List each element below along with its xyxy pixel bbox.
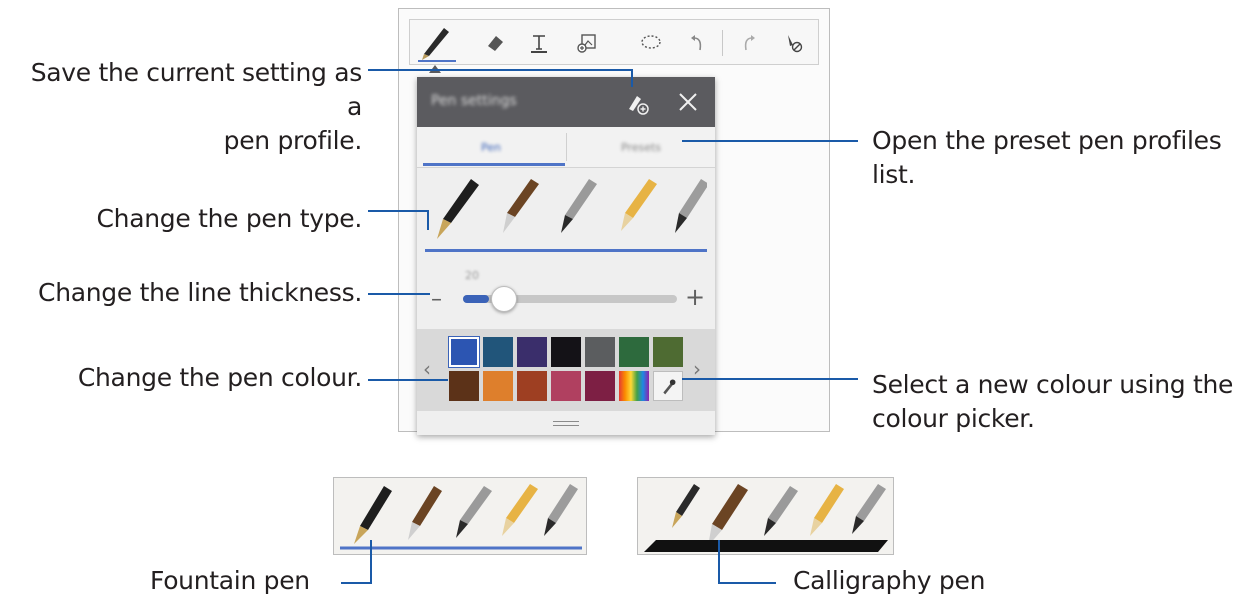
colour-swatch[interactable] <box>653 337 683 367</box>
brush-pen-option[interactable] <box>561 179 597 233</box>
callout-pen-type: Change the pen type. <box>96 204 363 233</box>
pencil-option[interactable] <box>621 179 657 231</box>
leader-picker-h <box>682 378 858 380</box>
lasso-tool-button[interactable] <box>634 26 668 60</box>
callout-preset-line1: Open the preset pen profiles <box>872 126 1222 155</box>
pen-tool-button[interactable] <box>414 20 458 64</box>
thickness-decrease-button[interactable]: – <box>431 287 442 312</box>
callout-save-profile: Save the current setting as a pen profil… <box>30 56 363 158</box>
callout-fountain-pen: Fountain pen <box>150 566 310 595</box>
fountain-pen-option[interactable] <box>437 179 479 239</box>
colour-swatch[interactable] <box>551 337 581 367</box>
text-icon <box>531 35 547 53</box>
thickness-increase-button[interactable]: + <box>685 283 705 311</box>
eyedropper-icon <box>663 379 676 395</box>
callout-picker-line2: colour picker. <box>872 404 1035 433</box>
callout-line-thickness: Change the line thickness. <box>38 278 362 307</box>
marker-option[interactable] <box>675 179 707 233</box>
eraser-icon <box>488 36 503 51</box>
calligraphy-pen-example <box>637 477 894 555</box>
toolbar-divider <box>722 30 723 56</box>
image-insert-icon <box>577 34 596 53</box>
close-button[interactable] <box>675 89 701 115</box>
colour-picker-button[interactable] <box>653 371 683 401</box>
panel-tabs: Pen Presets <box>417 127 715 168</box>
thickness-slider-thumb[interactable] <box>490 286 517 312</box>
pen-only-icon <box>788 35 803 53</box>
note-screen: Pen settings Pen Presets 20 – + ‹ › <box>398 8 830 435</box>
palette-prev-arrow[interactable]: ‹ <box>423 357 431 381</box>
thickness-slider-fill <box>463 295 489 303</box>
leader-thickness-h <box>368 293 430 295</box>
add-profile-button[interactable] <box>623 89 651 117</box>
leader-save-profile-v <box>631 69 633 87</box>
panel-title: Pen settings <box>431 93 517 109</box>
leader-save-profile-h <box>368 69 632 71</box>
leader-fountain-h <box>341 582 372 584</box>
thickness-slider[interactable] <box>463 286 677 312</box>
callout-save-profile-line2: pen profile. <box>223 126 363 155</box>
colour-spectrum-swatch[interactable] <box>619 371 649 401</box>
leader-fountain-v <box>370 540 372 584</box>
panel-drag-handle[interactable] <box>553 421 579 426</box>
colour-swatch[interactable] <box>483 337 513 367</box>
colour-swatch[interactable] <box>449 371 479 401</box>
eraser-tool-button[interactable] <box>478 26 512 60</box>
colour-swatch[interactable] <box>551 371 581 401</box>
leader-calligraphy-v <box>718 540 720 584</box>
undo-button[interactable] <box>680 26 714 60</box>
pen-preview-line <box>425 249 707 252</box>
lasso-icon <box>641 35 661 49</box>
tab-presets[interactable]: Presets <box>567 127 715 167</box>
colour-swatch[interactable] <box>585 337 615 367</box>
colour-swatch[interactable] <box>585 371 615 401</box>
toolbar <box>409 19 819 65</box>
undo-icon <box>691 35 702 51</box>
image-tool-button[interactable] <box>570 26 604 60</box>
calligraphy-pen-option[interactable] <box>503 179 539 233</box>
add-profile-icon <box>629 96 649 115</box>
leader-pen-type-h <box>368 210 428 212</box>
thickness-value: 20 <box>465 269 479 282</box>
pen-settings-panel: Pen settings Pen Presets 20 – + ‹ › <box>417 77 715 435</box>
callout-preset-profiles: Open the preset pen profiles list. <box>872 124 1242 192</box>
callout-calligraphy-pen: Calligraphy pen <box>793 566 986 595</box>
callout-pen-colour: Change the pen colour. <box>77 363 362 392</box>
callout-colour-picker: Select a new colour using the colour pic… <box>872 368 1242 436</box>
callout-picker-line1: Select a new colour using the <box>872 370 1234 399</box>
colour-swatch[interactable] <box>483 371 513 401</box>
callout-preset-line2: list. <box>872 160 916 189</box>
colour-swatch[interactable] <box>517 337 547 367</box>
redo-button[interactable] <box>732 26 766 60</box>
leader-pen-colour-h <box>368 379 448 381</box>
panel-header: Pen settings <box>417 77 715 127</box>
colour-swatch[interactable] <box>517 371 547 401</box>
pen-icon <box>418 28 456 62</box>
tab-pen[interactable]: Pen <box>417 127 565 167</box>
close-icon <box>679 93 697 111</box>
pen-type-list <box>427 173 707 243</box>
colour-palette: ‹ › <box>417 329 715 411</box>
pen-only-mode-button[interactable] <box>776 26 810 60</box>
tab-pen-underline <box>423 163 565 166</box>
colour-swatch[interactable] <box>619 337 649 367</box>
callout-save-profile-line1: Save the current setting as a <box>30 58 363 121</box>
redo-icon <box>744 35 755 51</box>
leader-preset-h <box>682 140 858 142</box>
text-tool-button[interactable] <box>522 26 556 60</box>
calligraphy-pen-example-strip <box>644 484 888 552</box>
leader-pen-type-v <box>427 210 429 230</box>
leader-calligraphy-h <box>718 582 776 584</box>
colour-swatch-selected[interactable] <box>448 336 480 368</box>
pen-type-strip <box>437 179 707 239</box>
